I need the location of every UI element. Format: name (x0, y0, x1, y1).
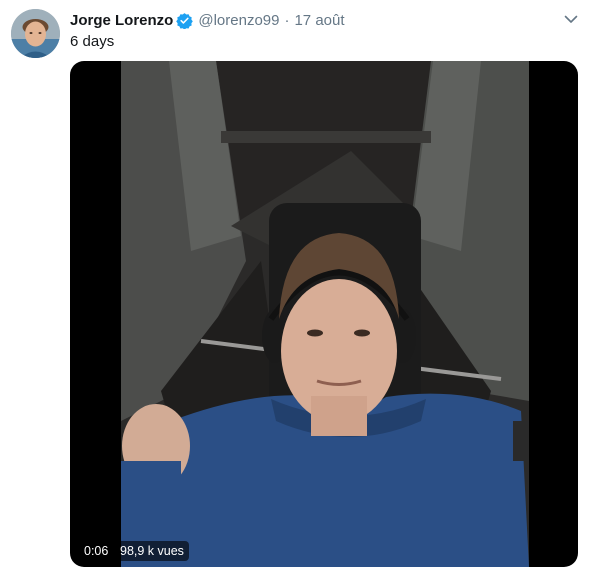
tweet-card: Jorge Lorenzo @lorenzo99 · 17 août 6 day… (0, 0, 589, 572)
video-duration: 0:06 (79, 541, 114, 561)
video-player[interactable]: 0:06 98,9 k vues (70, 61, 578, 567)
video-frame (121, 61, 529, 567)
chevron-down-icon[interactable] (563, 11, 579, 27)
avatar[interactable] (11, 9, 60, 58)
tweet-timestamp[interactable]: 17 août (294, 12, 344, 29)
author-name[interactable]: Jorge Lorenzo (70, 12, 173, 29)
verified-badge-icon (176, 12, 194, 30)
video-view-count: 98,9 k vues (115, 541, 189, 561)
avatar-image (11, 9, 60, 58)
tweet-text: 6 days (70, 33, 115, 50)
separator-dot: · (284, 11, 290, 29)
author-handle[interactable]: @lorenzo99 (198, 12, 279, 29)
tweet-header: Jorge Lorenzo @lorenzo99 · 17 août (70, 10, 345, 30)
